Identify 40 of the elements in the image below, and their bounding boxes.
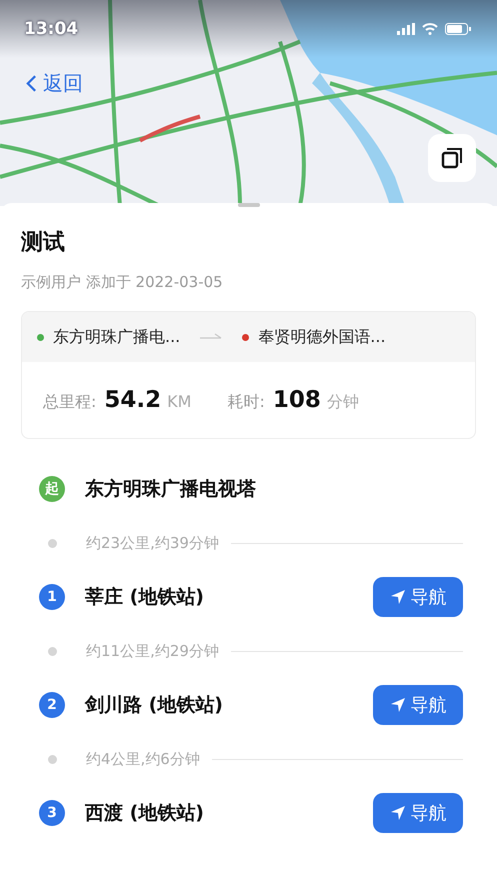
navigate-button[interactable]: 导航: [373, 577, 463, 617]
stop-name: 莘庄 (地铁站): [85, 585, 205, 610]
segment-info: 约11公里,约29分钟: [86, 642, 219, 660]
wifi-icon: [422, 23, 438, 35]
distance-value: 54.2: [104, 387, 162, 413]
route-meta: 示例用户 添加于 2022-03-05: [21, 272, 224, 292]
status-time: 13:04: [24, 19, 78, 39]
stop-number: 3: [39, 800, 65, 826]
route-title: 测试: [21, 229, 66, 257]
segment-dot: [48, 754, 57, 764]
duration-unit: 分钟: [326, 392, 359, 413]
destination-name: 奉贤明德外国语...: [258, 326, 386, 348]
start-marker: 起: [39, 476, 65, 502]
duration-label: 耗时:: [227, 392, 265, 413]
stop-name: 剑川路 (地铁站): [85, 693, 224, 718]
arrow-icon: [200, 333, 222, 341]
back-button[interactable]: 返回: [26, 70, 83, 97]
battery-icon: [445, 23, 471, 35]
navigate-button[interactable]: 导航: [373, 685, 463, 725]
signal-icon: [397, 23, 415, 35]
distance-label: 总里程:: [43, 392, 96, 413]
navigation-arrow-icon: [390, 589, 406, 605]
segment-dot: [48, 646, 57, 656]
layers-icon: [440, 146, 464, 170]
navigate-button[interactable]: 导航: [373, 793, 463, 833]
distance-unit: KM: [167, 392, 192, 411]
stop-number: 1: [39, 584, 65, 610]
navigation-arrow-icon: [390, 697, 406, 713]
navigation-arrow-icon: [390, 805, 406, 821]
back-chevron-icon: [26, 74, 37, 93]
origin-name: 东方明珠广播电...: [53, 326, 180, 348]
segment-info: 约23公里,约39分钟: [86, 534, 219, 552]
segment-dot: [48, 538, 57, 548]
duration-value: 108: [272, 387, 321, 413]
stop-name: 东方明珠广播电视塔: [85, 477, 257, 502]
segment-info: 约4公里,约6分钟: [86, 750, 200, 768]
stop-name: 西渡 (地铁站): [85, 801, 205, 826]
layers-button[interactable]: [428, 134, 476, 182]
drag-handle[interactable]: [238, 203, 260, 207]
stop-number: 2: [39, 692, 65, 718]
